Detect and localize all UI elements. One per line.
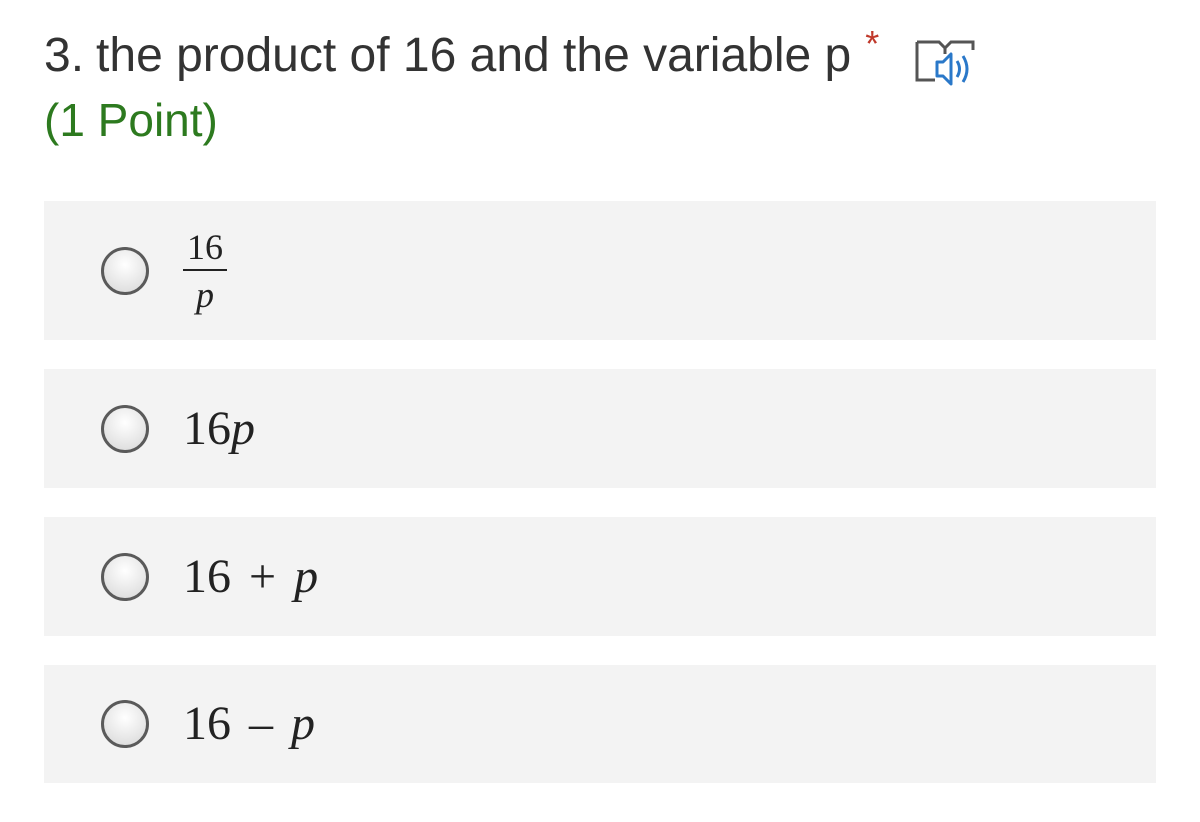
product-expression: 16p [183, 401, 255, 457]
difference-expression: 16– p [183, 696, 315, 752]
question-header: 3. the product of 16 and the variable p … [44, 24, 977, 148]
question-points: (1 Point) [44, 94, 218, 146]
radio-button[interactable] [101, 404, 149, 453]
question-text: the product of 16 and the variable p [96, 29, 852, 82]
radio-button[interactable] [101, 700, 149, 748]
operator: – [249, 697, 273, 750]
sum-expression: 16 + p [183, 549, 318, 605]
radio-button[interactable] [101, 246, 149, 295]
answer-option-3[interactable]: 16 + p [44, 517, 1156, 636]
question-title-row: 3. the product of 16 and the variable p … [44, 24, 977, 88]
answer-options: 16 p 16p 16 + p 16– p [44, 201, 1156, 783]
coefficient: 16 [183, 401, 231, 455]
operator: + [249, 549, 277, 603]
fraction-denominator: p [196, 274, 214, 315]
left-operand: 16 [183, 549, 231, 603]
answer-option-4[interactable]: 16– p [44, 665, 1156, 783]
immersive-reader-icon[interactable] [913, 34, 977, 90]
variable: p [231, 401, 255, 455]
required-marker: * [865, 23, 880, 64]
answer-option-1[interactable]: 16 p [44, 201, 1156, 340]
fraction-numerator: 16 [183, 227, 227, 271]
fraction-expression: 16 p [183, 227, 227, 315]
right-operand: p [291, 697, 315, 750]
right-operand: p [294, 549, 319, 603]
answer-option-2[interactable]: 16p [44, 369, 1156, 488]
left-operand: 16 [183, 697, 231, 750]
question-number: 3. [44, 29, 85, 82]
radio-button[interactable] [101, 552, 149, 601]
